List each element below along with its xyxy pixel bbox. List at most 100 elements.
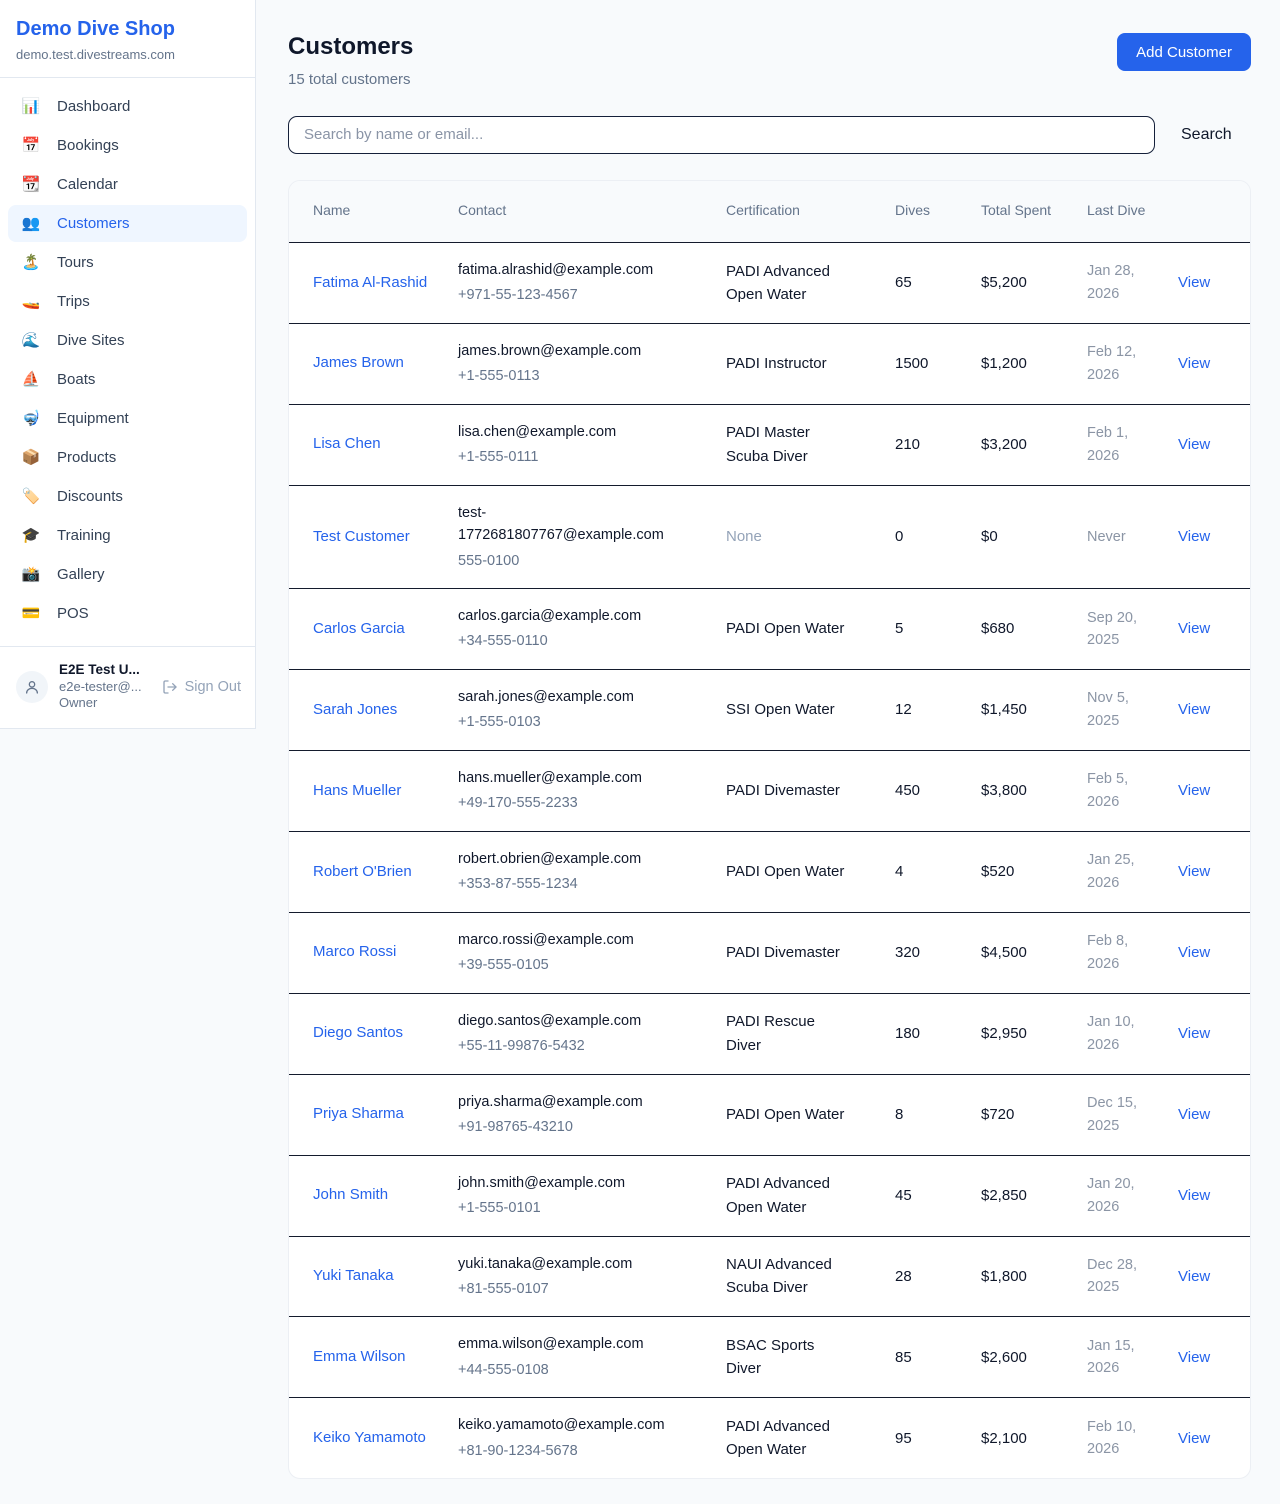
view-link[interactable]: View xyxy=(1178,863,1210,880)
user-avatar-icon xyxy=(16,671,48,703)
view-link[interactable]: View xyxy=(1178,1106,1210,1123)
sidebar-item-tours[interactable]: 🏝️Tours xyxy=(8,244,247,281)
customer-email: priya.sharma@example.com xyxy=(458,1091,670,1113)
customer-name-link[interactable]: Robert O'Brien xyxy=(313,863,412,880)
page-header: Customers 15 total customers Add Custome… xyxy=(288,33,1251,88)
sidebar-item-discounts[interactable]: 🏷️Discounts xyxy=(8,478,247,515)
customer-dives: 45 xyxy=(895,1184,981,1207)
customer-last-dive: Jan 28, 2026 xyxy=(1087,260,1178,305)
sidebar-item-label: Dive Sites xyxy=(57,332,125,349)
sidebar-item-equipment[interactable]: 🤿Equipment xyxy=(8,400,247,437)
view-link[interactable]: View xyxy=(1178,528,1210,545)
tag-icon: 🏷️ xyxy=(20,489,42,504)
customer-name-link[interactable]: John Smith xyxy=(313,1186,388,1203)
customer-contact-cell: james.brown@example.com+1-555-0113 xyxy=(458,340,726,388)
view-link[interactable]: View xyxy=(1178,1349,1210,1366)
customer-name-link[interactable]: Keiko Yamamoto xyxy=(313,1429,426,1446)
customer-certification: PADI Rescue Diver xyxy=(726,1010,895,1057)
customer-name-cell: Test Customer xyxy=(313,526,458,549)
sidebar-item-bookings[interactable]: 📅Bookings xyxy=(8,127,247,164)
sidebar-item-customers[interactable]: 👥Customers xyxy=(8,205,247,242)
sidebar-item-trips[interactable]: 🚤Trips xyxy=(8,283,247,320)
view-cell: View xyxy=(1178,860,1226,883)
view-cell: View xyxy=(1178,779,1226,802)
view-link[interactable]: View xyxy=(1178,782,1210,799)
customer-last-dive: Jan 25, 2026 xyxy=(1087,849,1178,894)
customer-certification: PADI Open Water xyxy=(726,1103,895,1126)
view-link[interactable]: View xyxy=(1178,1268,1210,1285)
sign-out-button[interactable]: Sign Out xyxy=(162,679,241,695)
customer-total-spent: $1,200 xyxy=(981,352,1087,375)
customer-certification: PADI Instructor xyxy=(726,352,895,375)
customer-name-cell: Lisa Chen xyxy=(313,433,458,456)
sidebar-item-pos[interactable]: 💳POS xyxy=(8,595,247,632)
view-link[interactable]: View xyxy=(1178,1025,1210,1042)
customer-email: yuki.tanaka@example.com xyxy=(458,1253,670,1275)
view-link[interactable]: View xyxy=(1178,1187,1210,1204)
view-link[interactable]: View xyxy=(1178,620,1210,637)
customer-dives: 450 xyxy=(895,779,981,802)
bar-chart-icon: 📊 xyxy=(20,99,42,114)
customer-email: sarah.jones@example.com xyxy=(458,686,670,708)
view-cell: View xyxy=(1178,525,1226,548)
sidebar-item-dashboard[interactable]: 📊Dashboard xyxy=(8,88,247,125)
customer-contact-cell: priya.sharma@example.com+91-98765-43210 xyxy=(458,1091,726,1139)
customer-phone: +34-555-0110 xyxy=(458,630,670,652)
table-row: Yuki Tanaka yuki.tanaka@example.com +81-55… xyxy=(289,1237,1250,1318)
customer-total-spent: $5,200 xyxy=(981,271,1087,294)
calendar-date-icon: 📅 xyxy=(20,138,42,153)
view-link[interactable]: View xyxy=(1178,1430,1210,1447)
customer-dives: 1500 xyxy=(895,352,981,375)
sidebar-item-label: Tours xyxy=(57,254,94,271)
sidebar-item-products[interactable]: 📦Products xyxy=(8,439,247,476)
sidebar-item-dive-sites[interactable]: 🌊Dive Sites xyxy=(8,322,247,359)
credit-card-icon: 💳 xyxy=(20,606,42,621)
customer-name-cell: Marco Rossi xyxy=(313,941,458,964)
sidebar-item-gallery[interactable]: 📸Gallery xyxy=(8,556,247,593)
view-link[interactable]: View xyxy=(1178,436,1210,453)
view-link[interactable]: View xyxy=(1178,701,1210,718)
customer-email: emma.wilson@example.com xyxy=(458,1333,670,1355)
customer-phone: +81-555-0107 xyxy=(458,1278,670,1300)
customer-contact-cell: marco.rossi@example.com+39-555-0105 xyxy=(458,929,726,977)
customer-email: test-1772681807767@example.com xyxy=(458,502,670,547)
customer-name-cell: John Smith xyxy=(313,1184,458,1207)
customer-phone: +1-555-0103 xyxy=(458,711,670,733)
view-link[interactable]: View xyxy=(1178,274,1210,291)
customer-total-spent: $2,950 xyxy=(981,1022,1087,1045)
table-row: Priya Sharma priya.sharma@example.com+91-… xyxy=(289,1075,1250,1156)
customer-phone: 555-0100 xyxy=(458,550,670,572)
customer-name-link[interactable]: Sarah Jones xyxy=(313,701,397,718)
table-row: Robert O'Brienrobert.obrien@example.com+… xyxy=(289,832,1250,913)
add-customer-button[interactable]: Add Customer xyxy=(1117,33,1251,71)
customer-dives: 210 xyxy=(895,433,981,456)
customer-name-link[interactable]: Priya Sharma xyxy=(313,1105,404,1122)
customer-name-link[interactable]: James Brown xyxy=(313,354,404,371)
customer-name-link[interactable]: Diego Santos xyxy=(313,1024,403,1041)
customer-name-link[interactable]: Carlos Garcia xyxy=(313,620,405,637)
search-button[interactable]: Search xyxy=(1181,126,1232,144)
sidebar-item-training[interactable]: 🎓Training xyxy=(8,517,247,554)
customer-name-link[interactable]: Hans Mueller xyxy=(313,782,401,799)
view-cell: View xyxy=(1178,433,1226,456)
customer-name-link[interactable]: Lisa Chen xyxy=(313,435,381,452)
customer-certification: PADI Divemaster xyxy=(726,779,895,802)
view-cell: View xyxy=(1178,617,1226,640)
view-link[interactable]: View xyxy=(1178,355,1210,372)
customer-name-link[interactable]: Test Customer xyxy=(313,528,410,545)
table-row: Keiko Yamamotokeiko.yamamoto@example.com… xyxy=(289,1398,1250,1478)
sidebar-item-calendar[interactable]: 📆Calendar xyxy=(8,166,247,203)
customer-contact-cell: yuki.tanaka@example.com +81-555-0107 xyxy=(458,1253,726,1301)
search-input[interactable] xyxy=(288,116,1155,154)
sidebar-item-boats[interactable]: ⛵Boats xyxy=(8,361,247,398)
customer-name-link[interactable]: Yuki Tanaka xyxy=(313,1267,394,1284)
customer-certification: PADI Advanced Open Water xyxy=(726,1415,895,1462)
view-cell: View xyxy=(1178,1265,1226,1288)
customer-name-link[interactable]: Fatima Al-Rashid xyxy=(313,274,427,291)
customer-total-spent: $2,600 xyxy=(981,1346,1087,1369)
package-icon: 📦 xyxy=(20,450,42,465)
customer-phone: +971-55-123-4567 xyxy=(458,284,670,306)
customer-name-link[interactable]: Marco Rossi xyxy=(313,943,396,960)
view-link[interactable]: View xyxy=(1178,944,1210,961)
customer-name-link[interactable]: Emma Wilson xyxy=(313,1348,406,1365)
